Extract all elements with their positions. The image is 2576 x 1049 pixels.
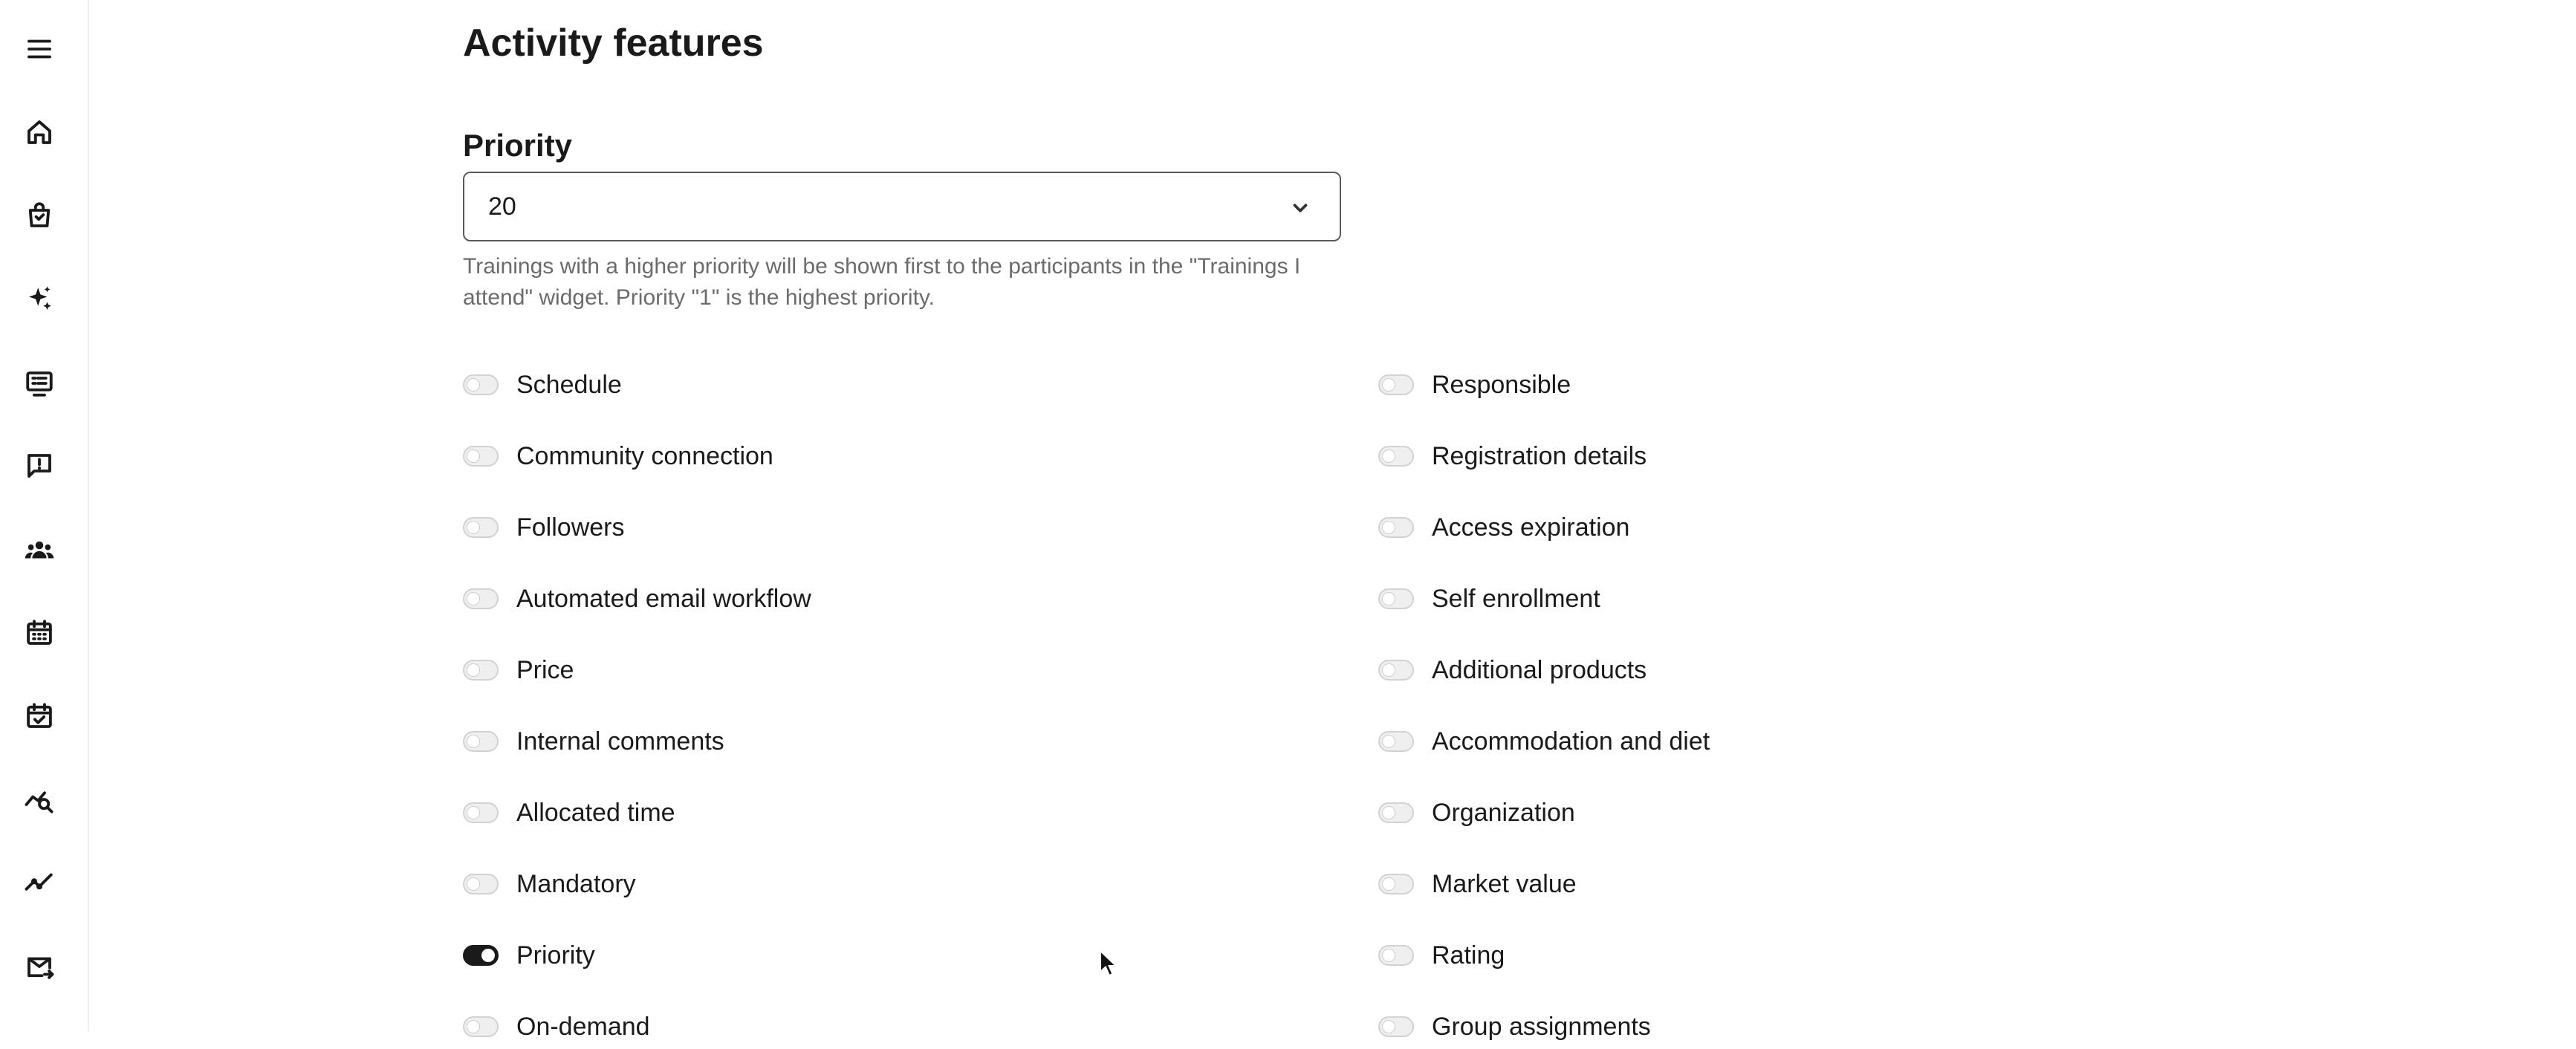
toggle-switch[interactable] bbox=[463, 588, 499, 609]
sidebar bbox=[0, 0, 89, 1032]
feature-toggle-schedule[interactable]: Schedule bbox=[463, 363, 622, 407]
toggle-label: Rating bbox=[1432, 941, 1505, 970]
toggle-switch[interactable] bbox=[1378, 1016, 1414, 1037]
toggle-switch[interactable] bbox=[463, 517, 499, 538]
toggle-switch[interactable] bbox=[1378, 731, 1414, 752]
feature-toggle-accommodation-and-diet[interactable]: Accommodation and diet bbox=[1378, 719, 1710, 764]
feature-toggle-rating[interactable]: Rating bbox=[1378, 933, 1505, 978]
feedback-icon[interactable] bbox=[20, 446, 59, 485]
feature-toggle-additional-products[interactable]: Additional products bbox=[1378, 648, 1647, 692]
feature-toggle-priority[interactable]: Priority bbox=[463, 933, 595, 978]
sparkles-icon[interactable] bbox=[20, 280, 59, 319]
menu-icon[interactable] bbox=[20, 30, 59, 68]
toggle-label: Responsible bbox=[1432, 370, 1571, 399]
feature-toggle-community-connection[interactable]: Community connection bbox=[463, 434, 773, 478]
feature-toggle-on-demand[interactable]: On-demand bbox=[463, 1004, 650, 1049]
calendar-icon[interactable] bbox=[20, 614, 59, 652]
calendar-check-icon[interactable] bbox=[20, 697, 59, 735]
toggle-switch[interactable] bbox=[1378, 446, 1414, 467]
chevron-down-icon bbox=[1289, 197, 1311, 219]
feature-toggle-allocated-time[interactable]: Allocated time bbox=[463, 790, 675, 835]
toggle-label: Followers bbox=[516, 513, 625, 542]
feature-toggle-access-expiration[interactable]: Access expiration bbox=[1378, 505, 1629, 550]
toggle-switch[interactable] bbox=[1378, 374, 1414, 395]
trend-icon[interactable] bbox=[20, 863, 59, 902]
mail-forward-icon[interactable] bbox=[20, 947, 59, 986]
feature-toggle-market-value[interactable]: Market value bbox=[1378, 862, 1577, 906]
toggle-switch[interactable] bbox=[463, 731, 499, 752]
feature-toggle-responsible[interactable]: Responsible bbox=[1378, 363, 1571, 407]
toggle-switch[interactable] bbox=[1378, 802, 1414, 823]
toggle-label: Automated email workflow bbox=[516, 584, 811, 613]
toggle-label: Self enrollment bbox=[1432, 584, 1600, 613]
toggle-label: Community connection bbox=[516, 441, 773, 470]
toggle-label: Schedule bbox=[516, 370, 622, 399]
feature-toggle-organization[interactable]: Organization bbox=[1378, 790, 1575, 835]
toggle-label: On-demand bbox=[516, 1012, 650, 1041]
toggle-label: Priority bbox=[516, 941, 595, 970]
toggle-label: Market value bbox=[1432, 869, 1577, 898]
priority-help-text: Trainings with a higher priority will be… bbox=[463, 254, 1301, 310]
monitor-list-icon[interactable] bbox=[20, 364, 59, 403]
users-icon[interactable] bbox=[20, 531, 59, 570]
feature-toggle-followers[interactable]: Followers bbox=[463, 505, 624, 550]
toggle-label: Group assignments bbox=[1432, 1012, 1651, 1041]
toggle-label: Mandatory bbox=[516, 869, 636, 898]
toggle-switch[interactable] bbox=[463, 802, 499, 823]
priority-field-label: Priority bbox=[463, 128, 573, 163]
toggle-label: Accommodation and diet bbox=[1432, 727, 1710, 756]
toggle-label: Price bbox=[516, 655, 574, 684]
toggle-switch[interactable] bbox=[463, 446, 499, 467]
toggle-label: Allocated time bbox=[516, 798, 675, 827]
toggle-switch[interactable] bbox=[1378, 660, 1414, 681]
toggle-label: Registration details bbox=[1432, 441, 1647, 470]
toggle-switch[interactable] bbox=[1378, 588, 1414, 609]
shopping-bag-icon[interactable] bbox=[20, 196, 59, 235]
page-title: Activity features bbox=[463, 22, 764, 65]
feature-toggle-automated-email-workflow[interactable]: Automated email workflow bbox=[463, 577, 811, 621]
toggle-switch[interactable] bbox=[463, 374, 499, 395]
toggle-label: Internal comments bbox=[516, 727, 724, 756]
toggle-switch[interactable] bbox=[463, 945, 499, 966]
home-icon[interactable] bbox=[20, 113, 59, 152]
toggle-switch[interactable] bbox=[1378, 945, 1414, 966]
feature-toggle-group-assignments[interactable]: Group assignments bbox=[1378, 1004, 1651, 1049]
feature-toggle-price[interactable]: Price bbox=[463, 648, 574, 692]
toggle-label: Organization bbox=[1432, 798, 1575, 827]
toggle-label: Additional products bbox=[1432, 655, 1647, 684]
feature-toggle-self-enrollment[interactable]: Self enrollment bbox=[1378, 577, 1600, 621]
priority-select[interactable]: 20 bbox=[463, 172, 1341, 241]
feature-toggle-registration-details[interactable]: Registration details bbox=[1378, 434, 1647, 478]
toggle-switch[interactable] bbox=[463, 1016, 499, 1037]
toggle-switch[interactable] bbox=[1378, 874, 1414, 894]
feature-toggle-mandatory[interactable]: Mandatory bbox=[463, 862, 636, 906]
analytics-search-icon[interactable] bbox=[20, 780, 59, 819]
feature-toggle-internal-comments[interactable]: Internal comments bbox=[463, 719, 724, 764]
mouse-pointer-icon bbox=[1100, 949, 1118, 977]
priority-select-value: 20 bbox=[488, 192, 516, 221]
toggle-switch[interactable] bbox=[463, 660, 499, 681]
toggle-switch[interactable] bbox=[463, 874, 499, 894]
toggle-label: Access expiration bbox=[1432, 513, 1630, 542]
toggle-switch[interactable] bbox=[1378, 517, 1414, 538]
